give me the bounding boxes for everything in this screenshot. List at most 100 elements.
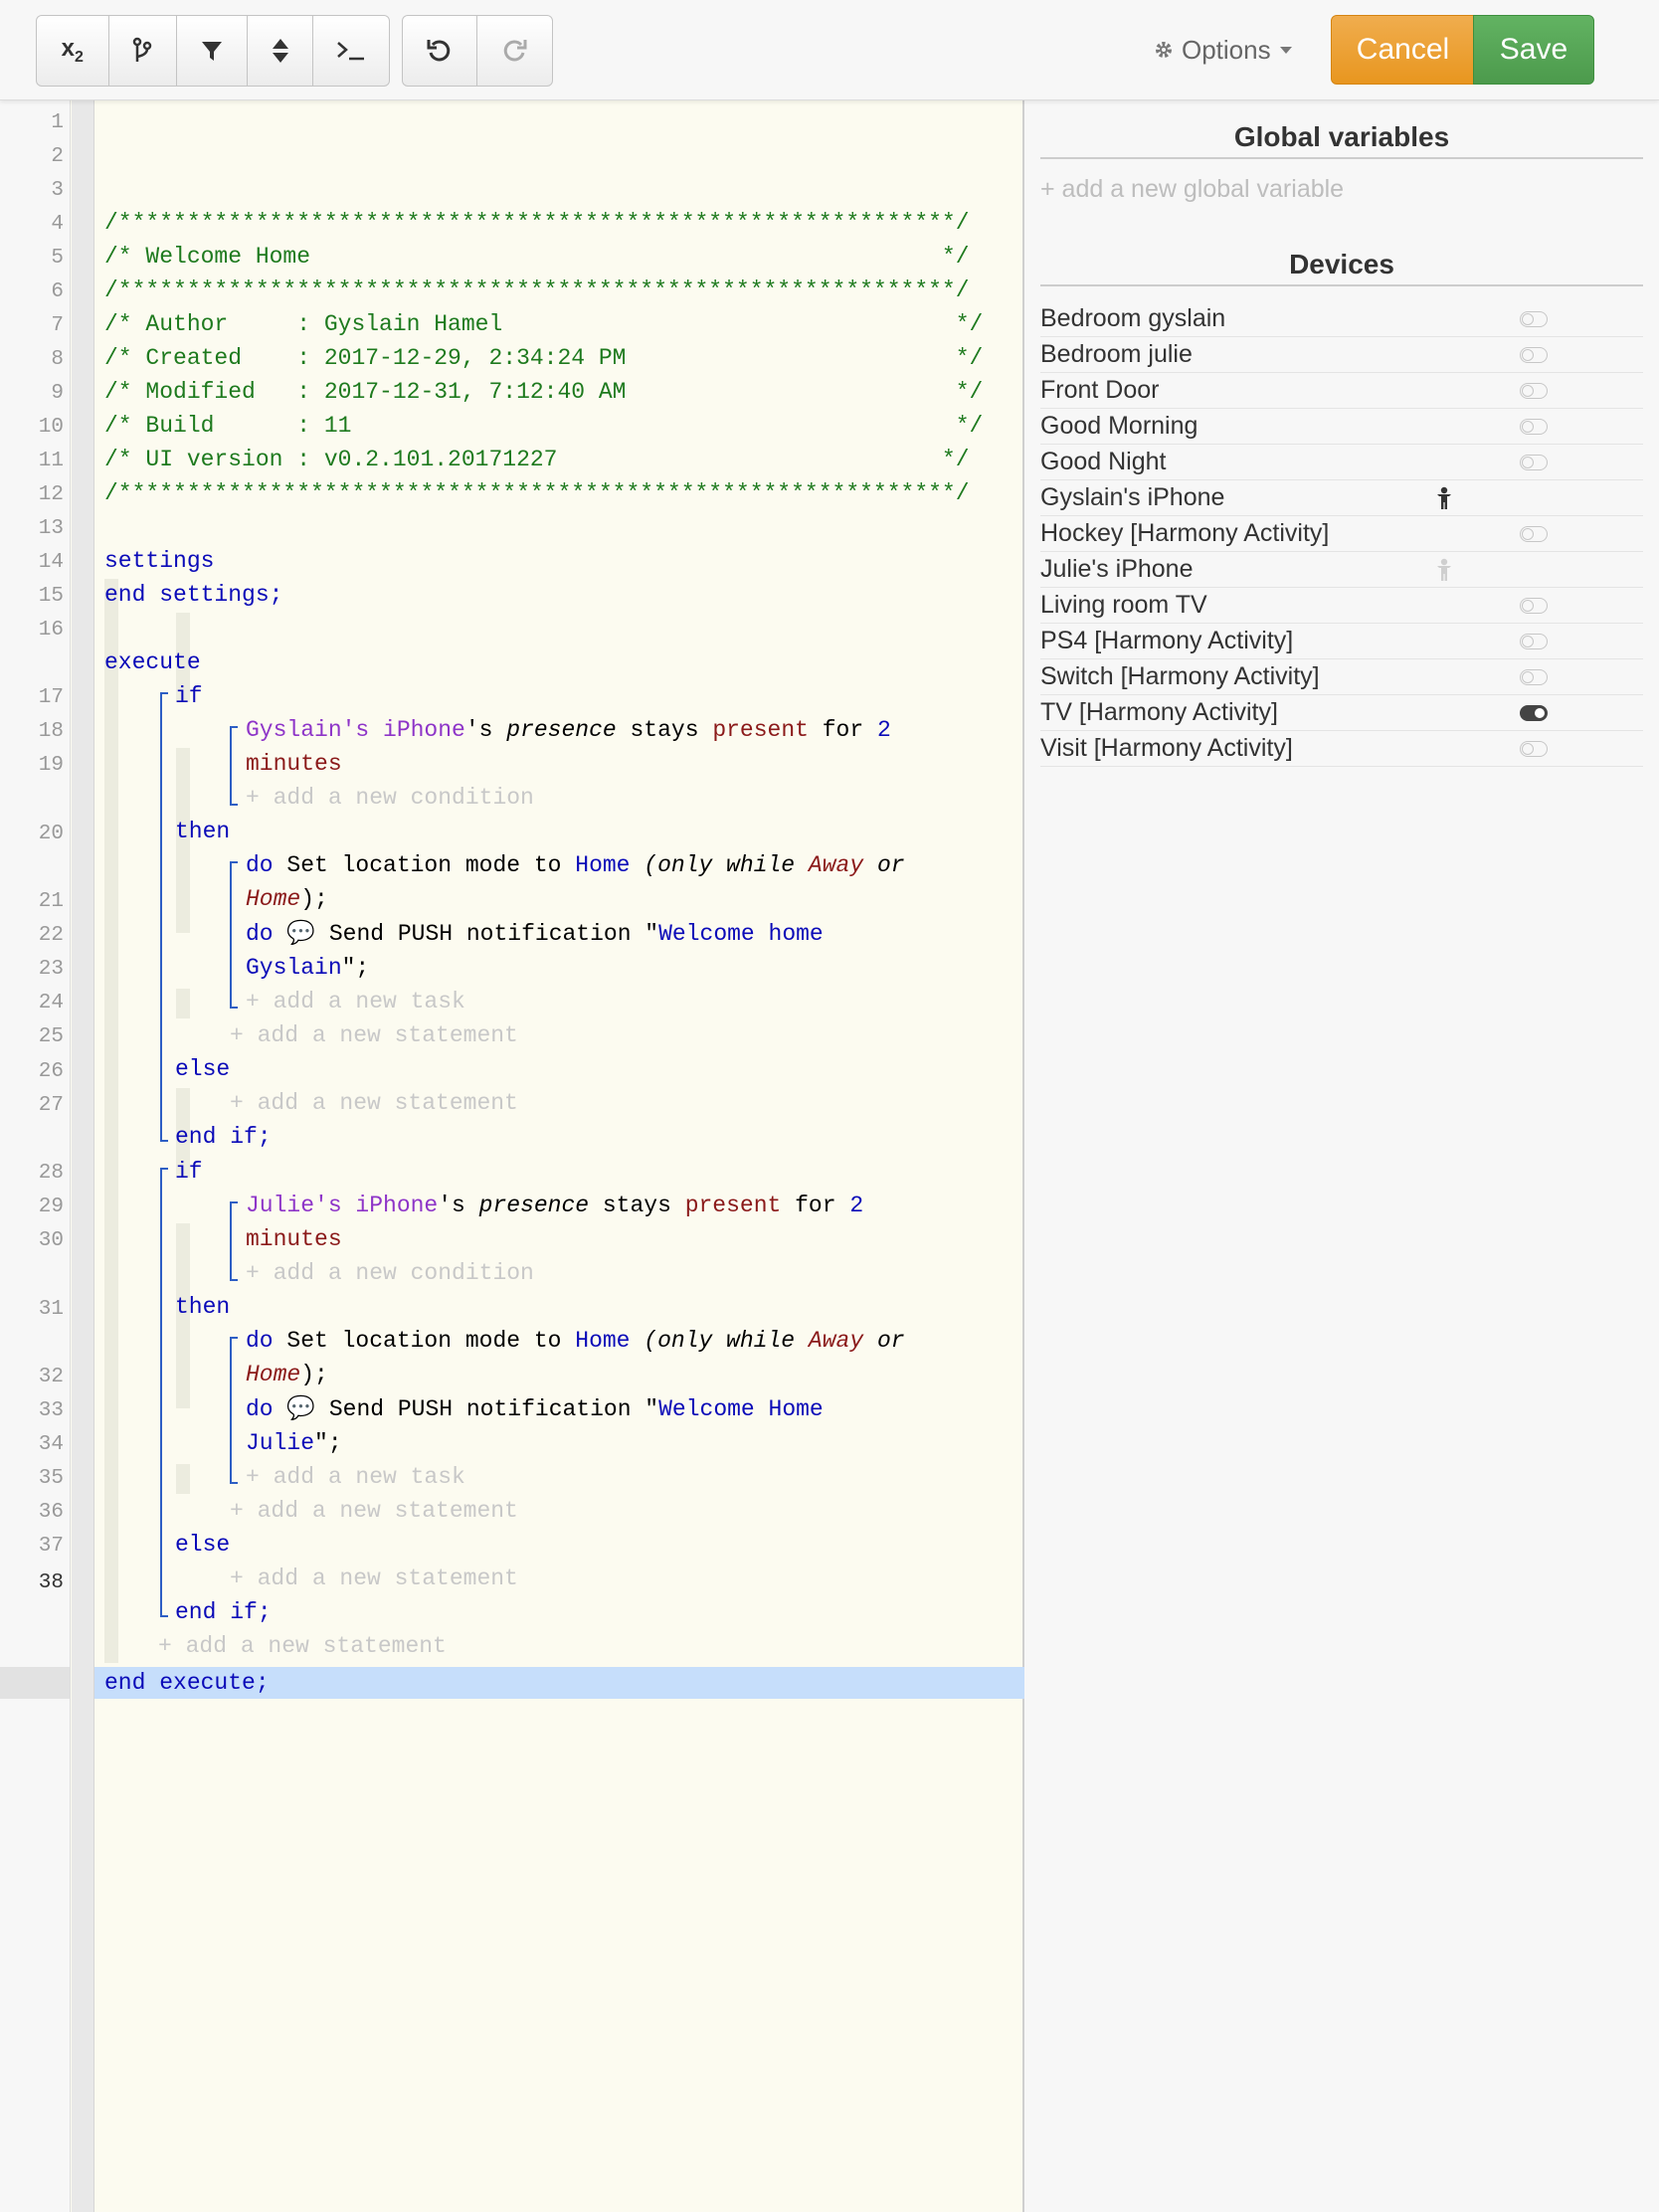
switch-toggle-icon[interactable] <box>1520 598 1548 614</box>
device-row[interactable]: Switch [Harmony Activity] <box>1040 659 1643 695</box>
device-name: Front Door <box>1040 376 1160 404</box>
toggle-knob <box>1522 671 1534 683</box>
device-name: Visit [Harmony Activity] <box>1040 734 1293 762</box>
code-line-3: /***************************************… <box>104 277 970 303</box>
switch-toggle-icon[interactable] <box>1520 634 1548 649</box>
device-row[interactable]: Bedroom julie <box>1040 337 1643 373</box>
add-statement-link[interactable]: + add a new statement <box>230 1019 518 1051</box>
device-row[interactable]: Hockey [Harmony Activity] <box>1040 516 1643 552</box>
device-row[interactable]: Good Night <box>1040 445 1643 480</box>
line-number: 7 <box>51 314 64 337</box>
device-row[interactable]: Julie's iPhone <box>1040 552 1643 588</box>
device-row[interactable]: Living room TV <box>1040 588 1643 624</box>
line-number: 18 <box>38 720 64 743</box>
add-task-link[interactable]: + add a new task <box>246 1461 465 1493</box>
switch-toggle-icon[interactable] <box>1520 669 1548 685</box>
if1-then[interactable]: then <box>175 816 230 847</box>
line-number: 30 <box>38 1229 64 1252</box>
add-condition-link[interactable]: + add a new condition <box>246 1257 534 1289</box>
device-row[interactable]: Bedroom gyslain <box>1040 301 1643 337</box>
if1-task-1-cont: Home); <box>246 886 328 912</box>
toggle-knob <box>1522 349 1534 361</box>
line-number: 1 <box>51 111 64 134</box>
add-task-link[interactable]: + add a new task <box>246 986 465 1017</box>
current-line-gutter-highlight <box>0 1667 70 1699</box>
code-line-14[interactable]: execute <box>104 646 201 678</box>
if2-else-bar <box>176 1464 190 1494</box>
save-button[interactable]: Save <box>1473 15 1594 85</box>
redo-button[interactable] <box>477 16 551 86</box>
if1-task-1[interactable]: do Set location mode to Home (only while… <box>246 849 905 881</box>
if2-keyword[interactable]: if <box>175 1156 203 1188</box>
subscript-icon: x2 <box>61 35 84 66</box>
add-statement-link[interactable]: + add a new statement <box>230 1087 518 1119</box>
condition-device[interactable]: Julie's iPhone <box>246 1193 438 1218</box>
toggle-knob <box>1522 600 1534 612</box>
device-name: Bedroom julie <box>1040 340 1193 368</box>
code-editor[interactable]: /***************************************… <box>94 99 1109 2212</box>
line-number: 22 <box>38 924 64 947</box>
switch-toggle-icon[interactable] <box>1520 311 1548 327</box>
switch-toggle-icon[interactable] <box>1520 705 1548 721</box>
device-name: Hockey [Harmony Activity] <box>1040 519 1330 547</box>
cancel-button[interactable]: Cancel <box>1331 15 1475 85</box>
line-number: 33 <box>38 1399 64 1422</box>
code-line-38[interactable]: end execute; <box>104 1667 270 1699</box>
device-row[interactable]: TV [Harmony Activity] <box>1040 695 1643 731</box>
code-line-12[interactable]: end settings; <box>104 579 282 611</box>
terminal-button[interactable] <box>313 16 389 86</box>
if2-task-1[interactable]: do Set location mode to Home (only while… <box>246 1325 905 1357</box>
if2-task-2[interactable]: do 💬 Send PUSH notification "Welcome Hom… <box>246 1393 824 1425</box>
device-row[interactable]: Visit [Harmony Activity] <box>1040 731 1643 767</box>
toolbar: x2 Options Cancel Save <box>0 0 1659 100</box>
add-statement-link[interactable]: + add a new statement <box>230 1563 518 1594</box>
line-number: 38 <box>38 1571 64 1594</box>
condition-device[interactable]: Gyslain's iPhone <box>246 717 465 743</box>
line-number: 9 <box>51 382 64 405</box>
line-number: 31 <box>38 1298 64 1321</box>
sort-button[interactable] <box>248 16 314 86</box>
filter-button[interactable] <box>177 16 248 86</box>
devices-title: Devices <box>1040 249 1643 286</box>
device-row[interactable]: PS4 [Harmony Activity] <box>1040 624 1643 659</box>
code-line-11[interactable]: settings <box>104 545 214 577</box>
if2-condition[interactable]: Julie's iPhone's presence stays present … <box>246 1190 863 1221</box>
switch-toggle-icon[interactable] <box>1520 741 1548 757</box>
device-name: Gyslain's iPhone <box>1040 483 1225 511</box>
redo-icon <box>503 40 527 62</box>
switch-toggle-icon[interactable] <box>1520 526 1548 542</box>
if1-task-2[interactable]: do 💬 Send PUSH notification "Welcome hom… <box>246 918 824 950</box>
if1-else[interactable]: else <box>175 1053 230 1085</box>
switch-toggle-icon[interactable] <box>1520 383 1548 399</box>
options-dropdown[interactable]: Options <box>1154 30 1293 70</box>
branch-button[interactable] <box>109 16 178 86</box>
presence-person-icon <box>1437 486 1451 509</box>
if2-end[interactable]: end if; <box>175 1596 272 1628</box>
add-statement-link[interactable]: + add a new statement <box>230 1495 518 1527</box>
switch-toggle-icon[interactable] <box>1520 419 1548 435</box>
undo-button[interactable] <box>403 16 477 86</box>
subscript-button[interactable]: x2 <box>37 16 109 86</box>
presence-person-icon <box>1437 558 1451 581</box>
add-global-variable-link[interactable]: + add a new global variable <box>1040 175 1344 204</box>
switch-toggle-icon[interactable] <box>1520 347 1548 363</box>
line-number: 11 <box>38 450 64 472</box>
device-row[interactable]: Gyslain's iPhone <box>1040 480 1643 516</box>
if1-bracket <box>160 692 168 1142</box>
history-button-group <box>402 15 553 87</box>
if1-condition[interactable]: Gyslain's iPhone's presence stays presen… <box>246 714 891 746</box>
add-condition-link[interactable]: + add a new condition <box>246 782 534 814</box>
switch-toggle-icon[interactable] <box>1520 455 1548 470</box>
if2-then[interactable]: then <box>175 1291 230 1323</box>
device-row[interactable]: Good Morning <box>1040 409 1643 445</box>
if1-else-bar <box>176 989 190 1018</box>
if1-keyword[interactable]: if <box>175 680 203 712</box>
device-row[interactable]: Front Door <box>1040 373 1643 409</box>
if2-else[interactable]: else <box>175 1529 230 1561</box>
line-number: 2 <box>51 145 64 168</box>
toggle-knob <box>1522 636 1534 647</box>
line-number: 17 <box>38 686 64 709</box>
add-statement-link[interactable]: + add a new statement <box>158 1630 447 1662</box>
if1-end[interactable]: end if; <box>175 1121 272 1153</box>
code-line-1: /***************************************… <box>104 210 970 236</box>
